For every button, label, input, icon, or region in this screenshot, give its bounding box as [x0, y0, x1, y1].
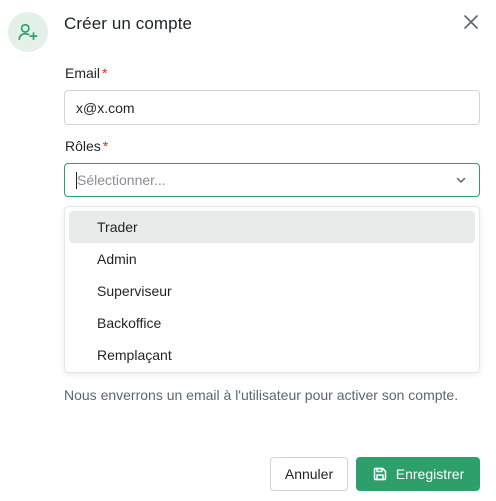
role-option-superviseur[interactable]: Superviseur [69, 275, 475, 307]
close-button[interactable] [460, 11, 482, 33]
email-required-mark: * [102, 65, 108, 81]
close-icon [464, 15, 478, 29]
roles-search-input[interactable] [75, 164, 437, 196]
email-label-text: Email [65, 65, 101, 81]
roles-label: Rôles * [65, 138, 108, 154]
role-option-trader[interactable]: Trader [69, 211, 475, 243]
email-field[interactable] [64, 90, 480, 125]
header-icon-badge [8, 12, 48, 52]
create-account-dialog: Créer un compte Email* Rôles* Trader Adm… [0, 0, 496, 501]
roles-select[interactable] [64, 163, 480, 197]
role-option-remplacant[interactable]: Remplaçant [69, 339, 475, 371]
roles-required-mark: * [102, 138, 109, 154]
roles-label-text: Rôles [65, 138, 101, 154]
activation-help-text: Nous enverrons un email à l'utilisateur … [64, 387, 459, 403]
user-plus-icon [18, 23, 38, 41]
dialog-title: Créer un compte [64, 14, 193, 33]
role-option-backoffice[interactable]: Backoffice [69, 307, 475, 339]
text-cursor [76, 172, 77, 189]
save-button[interactable]: Enregistrer [356, 457, 480, 491]
role-option-admin[interactable]: Admin [69, 243, 475, 275]
cancel-button[interactable]: Annuler [270, 457, 348, 491]
roles-select-toggle[interactable] [453, 172, 469, 188]
save-button-label: Enregistrer [395, 466, 465, 482]
chevron-down-icon [456, 177, 466, 183]
cancel-button-label: Annuler [284, 466, 334, 482]
email-label: Email * [65, 65, 107, 81]
save-icon [372, 466, 388, 482]
roles-dropdown: Trader Admin Superviseur Backoffice Remp… [64, 206, 480, 373]
